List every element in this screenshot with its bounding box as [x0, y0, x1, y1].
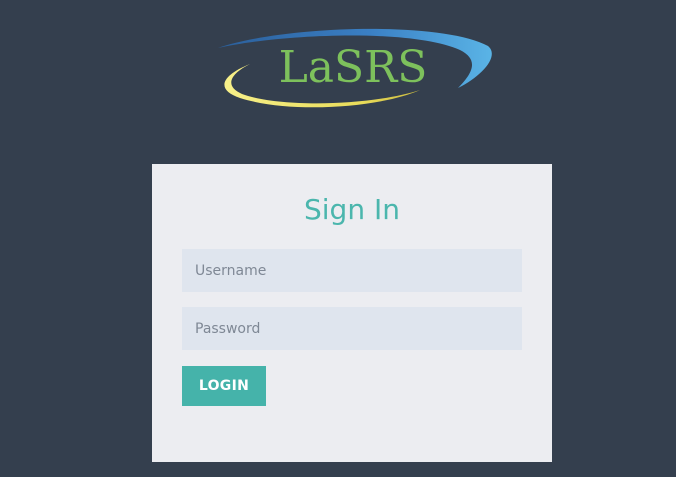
sign-in-card: Sign In LOGIN: [152, 164, 552, 462]
lasrs-logo: LaSRS: [210, 24, 496, 114]
password-input[interactable]: [182, 307, 522, 350]
logo-text: LaSRS: [279, 42, 428, 93]
lasrs-logo-icon: LaSRS: [218, 28, 492, 108]
sign-in-title: Sign In: [304, 193, 400, 226]
username-input[interactable]: [182, 249, 522, 292]
login-button[interactable]: LOGIN: [182, 366, 266, 406]
